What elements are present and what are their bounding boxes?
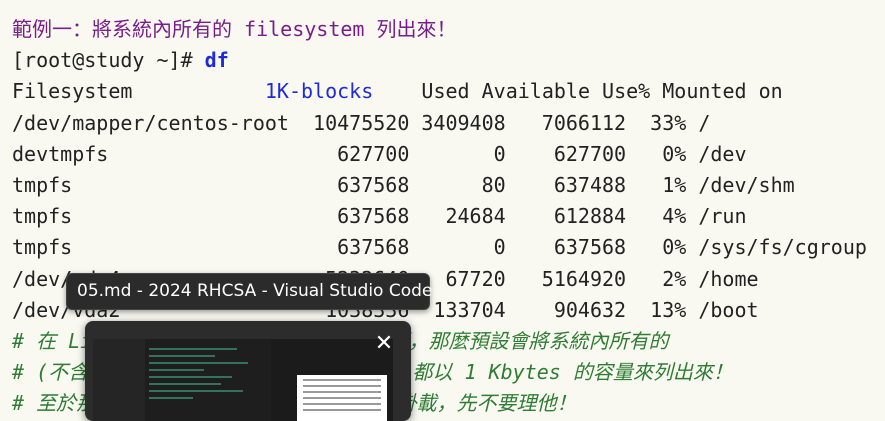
header-used-available: Used Available Use% Mounted on (373, 79, 783, 104)
window-preview-thumbnail[interactable]: ✕ (85, 321, 411, 421)
vscode-thumbnail-image (93, 339, 393, 421)
command-line: [root@study ~]# df (12, 45, 867, 76)
header-1k-blocks: 1K-blocks (264, 79, 374, 104)
header-filesystem: Filesystem (12, 79, 265, 104)
df-row: devtmpfs 627700 0 627700 0% /dev (12, 141, 747, 166)
thumbnail-document (297, 375, 387, 421)
thumbnail-code-area (149, 343, 259, 421)
example-title: 範例一：將系統內所有的 filesystem 列出來！ (12, 17, 457, 41)
df-header-row: Filesystem 1K-blocks Used Available Use%… (12, 76, 867, 107)
df-row: tmpfs 637568 24684 612884 4% /run (12, 204, 747, 229)
df-command: df (204, 48, 229, 73)
df-row: /dev/mapper/centos-root 10475520 3409408… (12, 110, 711, 135)
thumbnail-sidebar (93, 339, 145, 421)
df-row: tmpfs 637568 0 637568 0% /sys/fs/cgroup (12, 235, 867, 260)
taskbar-window-tooltip: 05.md - 2024 RHCSA - Visual Studio Code (66, 273, 432, 310)
shell-prompt: [root@study ~]# (12, 48, 205, 73)
close-icon[interactable]: ✕ (373, 333, 395, 355)
df-row: tmpfs 637568 80 637488 1% /dev/shm (12, 172, 795, 197)
